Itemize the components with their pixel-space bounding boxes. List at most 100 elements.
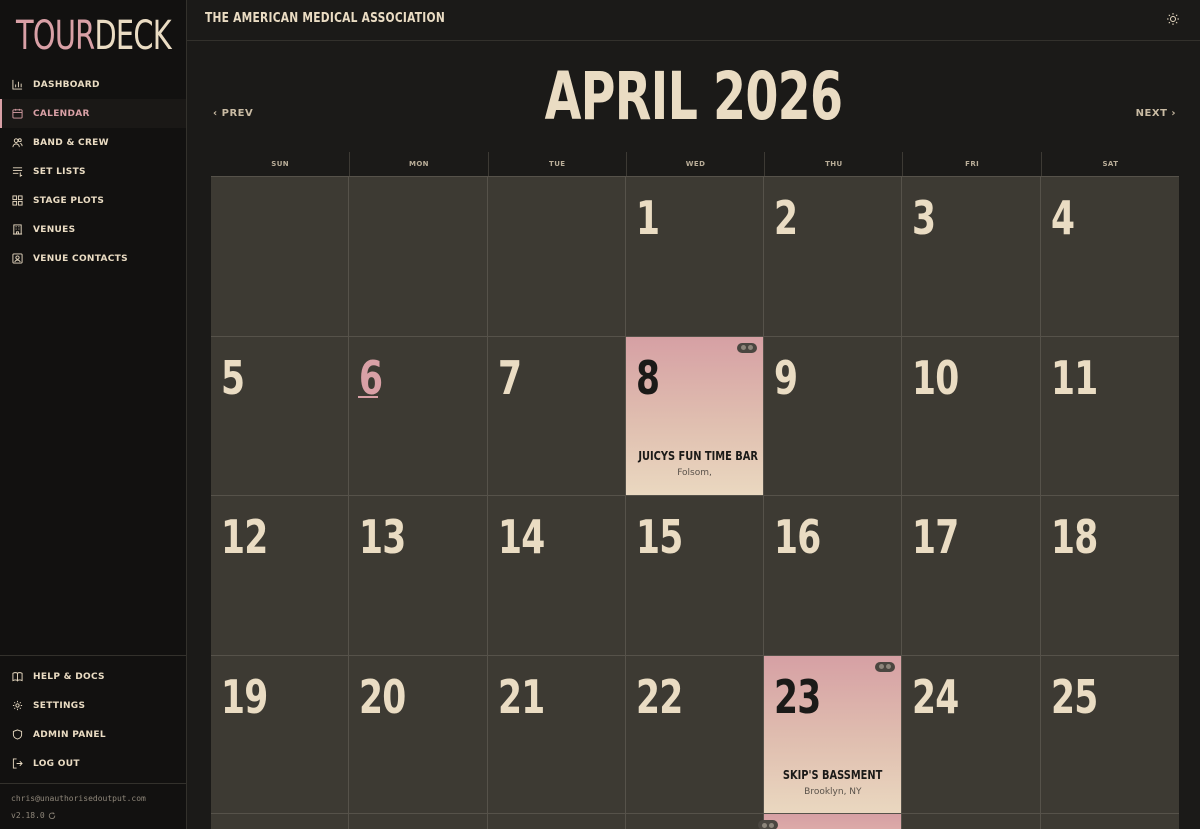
top-bar: THE AMERICAN MEDICAL ASSOCIATION bbox=[187, 0, 1200, 41]
day-cell[interactable]: 2 bbox=[764, 177, 903, 337]
day-cell[interactable]: 4 bbox=[1040, 177, 1180, 337]
gig-status-badge bbox=[758, 820, 779, 829]
day-cell[interactable]: 3 bbox=[902, 177, 1041, 337]
day-number: 12 bbox=[221, 510, 268, 564]
app-logo[interactable]: TOURDECK bbox=[16, 13, 172, 59]
day-number: 25 bbox=[1050, 669, 1098, 724]
day-grid: 1 2 3 4 5 6 7 8 JUICYS FUN TIME BAR Folsom, 9 10 11 1… bbox=[211, 176, 1180, 815]
sidebar-item-stage-plots[interactable]: STAGE PLOTS bbox=[0, 186, 186, 215]
day-cell[interactable]: 15 bbox=[625, 496, 765, 656]
weekday-label: SAT bbox=[1040, 152, 1179, 176]
prev-month-button[interactable]: ‹ PREV bbox=[213, 108, 253, 119]
day-cell[interactable]: 19 bbox=[211, 655, 350, 815]
day-cell[interactable] bbox=[488, 814, 626, 829]
next-week-row-partial bbox=[211, 813, 1179, 829]
sidebar-item-set-lists[interactable]: SET LISTS bbox=[0, 157, 186, 186]
day-cell[interactable]: 25 bbox=[1040, 655, 1180, 815]
day-cell[interactable] bbox=[349, 814, 488, 829]
weekday-label: MON bbox=[349, 152, 487, 176]
day-cell[interactable]: 10 bbox=[902, 336, 1041, 496]
sidebar-item-dashboard[interactable]: DASHBOARD bbox=[0, 70, 186, 99]
sidebar-item-calendar[interactable]: CALENDAR bbox=[0, 99, 186, 128]
day-cell[interactable]: 18 bbox=[1040, 496, 1180, 656]
day-cell[interactable]: 5 bbox=[211, 336, 350, 496]
day-cell[interactable]: 9 bbox=[764, 336, 903, 496]
main-nav: DASHBOARD CALENDAR BAND & CREW SET LISTS… bbox=[0, 70, 186, 273]
day-cell[interactable]: 20 bbox=[349, 655, 488, 815]
day-number: 15 bbox=[635, 510, 683, 564]
logo-part-tour: TOUR bbox=[16, 13, 95, 59]
day-cell[interactable] bbox=[626, 814, 765, 829]
day-cell[interactable]: 1 bbox=[625, 177, 765, 337]
band-name[interactable]: THE AMERICAN MEDICAL ASSOCIATION bbox=[205, 11, 445, 26]
list-icon bbox=[12, 166, 23, 177]
user-footer: chris@unauthorisedoutput.com v2.18.0 bbox=[0, 783, 186, 829]
prev-label: PREV bbox=[221, 108, 254, 119]
logo-part-deck: DECK bbox=[94, 13, 171, 59]
sidebar-item-label: HELP & DOCS bbox=[33, 671, 105, 682]
sidebar-item-venue-contacts[interactable]: VENUE CONTACTS bbox=[0, 244, 186, 273]
day-number: 3 bbox=[912, 191, 936, 245]
sidebar-item-label: STAGE PLOTS bbox=[33, 195, 105, 206]
weekday-label: THU bbox=[764, 152, 902, 176]
sidebar-item-admin-panel[interactable]: ADMIN PANEL bbox=[0, 720, 186, 749]
day-number: 17 bbox=[912, 510, 959, 564]
gig-city: Folsom, bbox=[677, 467, 712, 478]
sidebar-item-help-docs[interactable]: HELP & DOCS bbox=[0, 662, 186, 691]
sidebar-item-label: LOG OUT bbox=[33, 758, 80, 769]
gig-cell[interactable]: 23 SKIP'S BASSMENT Brooklyn, NY bbox=[764, 655, 903, 815]
day-cell[interactable]: 7 bbox=[487, 336, 626, 496]
day-cell[interactable]: 21 bbox=[487, 655, 626, 815]
sidebar-item-label: SETTINGS bbox=[33, 700, 86, 711]
sidebar-item-label: SET LISTS bbox=[33, 166, 86, 177]
sidebar-item-settings[interactable]: SETTINGS bbox=[0, 691, 186, 720]
calendar-icon bbox=[12, 108, 23, 119]
sidebar-item-log-out[interactable]: LOG OUT bbox=[0, 749, 186, 778]
day-number: 16 bbox=[774, 510, 821, 564]
gig-city: Brooklyn, NY bbox=[804, 786, 862, 797]
sidebar-item-label: DASHBOARD bbox=[33, 79, 100, 90]
day-cell[interactable]: 16 bbox=[764, 496, 903, 656]
sidebar-item-band-crew[interactable]: BAND & CREW bbox=[0, 128, 186, 157]
sun-icon[interactable] bbox=[1166, 12, 1180, 26]
day-cell[interactable]: 17 bbox=[902, 496, 1041, 656]
day-number: 23 bbox=[774, 669, 821, 724]
day-cell[interactable]: 13 bbox=[349, 496, 488, 656]
day-cell[interactable] bbox=[211, 814, 350, 829]
day-number: 21 bbox=[497, 669, 545, 724]
day-cell[interactable]: 6 bbox=[349, 336, 488, 496]
refresh-icon[interactable] bbox=[48, 811, 56, 820]
day-cell[interactable] bbox=[902, 814, 1041, 829]
day-number: 8 bbox=[635, 350, 660, 405]
day-cell[interactable] bbox=[1041, 814, 1179, 829]
day-cell[interactable]: 12 bbox=[211, 496, 350, 656]
building-icon bbox=[12, 224, 23, 235]
gig-cell[interactable]: 8 JUICYS FUN TIME BAR Folsom, bbox=[625, 336, 765, 496]
weekday-label: WED bbox=[625, 152, 764, 176]
sidebar-item-venues[interactable]: VENUES bbox=[0, 215, 186, 244]
shield-icon bbox=[12, 729, 23, 740]
day-cell[interactable]: 14 bbox=[487, 496, 626, 656]
day-number: 22 bbox=[635, 669, 683, 724]
gear-icon bbox=[12, 700, 23, 711]
day-cell[interactable]: 11 bbox=[1040, 336, 1180, 496]
grid-icon bbox=[12, 195, 23, 206]
empty-day-cell bbox=[349, 177, 488, 337]
day-number: 18 bbox=[1050, 510, 1098, 564]
sidebar-item-label: VENUE CONTACTS bbox=[33, 253, 128, 264]
weekday-label: SUN bbox=[271, 160, 290, 168]
sidebar-item-label: CALENDAR bbox=[33, 108, 90, 119]
sidebar: TOURDECK DASHBOARD CALENDAR BAND & CREW … bbox=[0, 0, 187, 829]
gig-cell[interactable] bbox=[758, 814, 903, 829]
day-cell[interactable]: 22 bbox=[625, 655, 765, 815]
users-icon bbox=[12, 137, 23, 148]
day-number: 11 bbox=[1050, 350, 1098, 405]
gig-venue-name: SKIP'S BASSMENT bbox=[783, 767, 883, 782]
gig-status-badge bbox=[737, 342, 758, 353]
book-icon bbox=[12, 671, 23, 682]
day-cell[interactable]: 24 bbox=[902, 655, 1041, 815]
weekday-label: TUE bbox=[487, 152, 626, 176]
next-month-button[interactable]: NEXT › bbox=[1136, 108, 1176, 119]
month-title: APRIL 2026 bbox=[544, 58, 843, 135]
version-row: v2.18.0 bbox=[11, 809, 186, 826]
